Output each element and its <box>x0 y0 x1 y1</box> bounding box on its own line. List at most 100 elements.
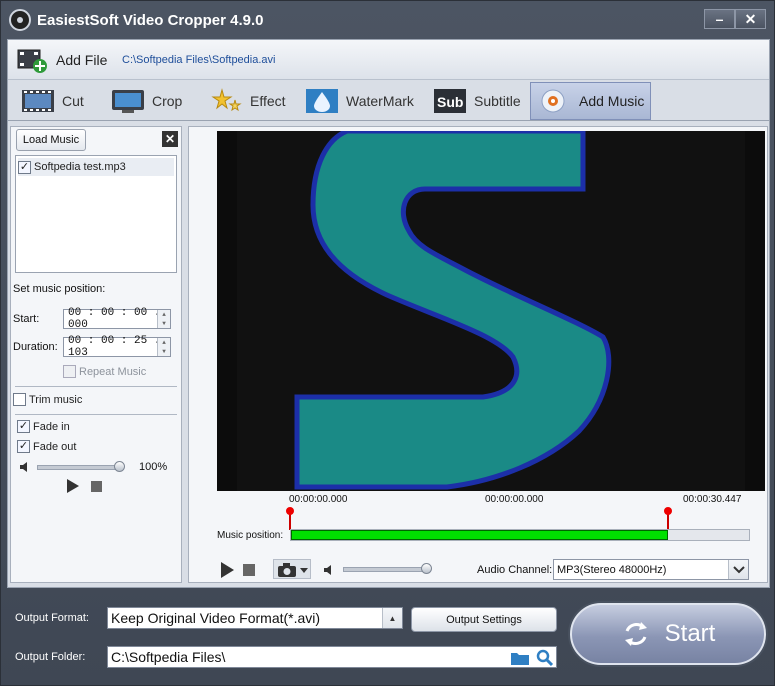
music-panel: Load Music ✕ ✓ Softpedia test.mp3 Set mu… <box>10 126 182 583</box>
stop-button[interactable] <box>243 564 255 576</box>
output-folder-value: C:\Softpedia Files\ <box>111 649 226 665</box>
close-window-button[interactable]: ✕ <box>735 9 766 29</box>
output-format-value: Keep Original Video Format(*.avi) <box>111 610 321 626</box>
tab-subtitle[interactable]: Sub Subtitle <box>426 82 527 120</box>
repeat-music-label: Repeat Music <box>79 365 147 378</box>
fade-out-label: Fade out <box>33 440 77 453</box>
music-volume-thumb[interactable] <box>114 461 125 472</box>
tab-crop[interactable]: Crop <box>104 82 188 120</box>
film-icon <box>20 86 56 116</box>
duration-spinner[interactable]: ▲ ▼ <box>157 338 170 356</box>
duration-value: 00 : 00 : 25 . 103 <box>68 335 161 359</box>
music-position-track[interactable] <box>290 529 750 541</box>
snapshot-button[interactable] <box>273 559 311 579</box>
add-file-label: Add File <box>56 52 108 68</box>
fade-in-checkbox[interactable]: ✓ <box>17 420 30 433</box>
add-file-bar: Add File C:\Softpedia Files\Softpedia.av… <box>8 40 769 80</box>
music-end-marker[interactable] <box>664 507 672 530</box>
tab-crop-label: Crop <box>152 93 183 109</box>
window-controls: – ✕ <box>704 9 766 29</box>
monitor-icon <box>110 86 146 116</box>
music-list[interactable]: ✓ Softpedia test.mp3 <box>15 155 177 273</box>
play-music-button[interactable] <box>67 479 79 493</box>
start-label: Start: <box>13 313 40 325</box>
tab-watermark[interactable]: WaterMark <box>298 82 420 120</box>
svg-text:Sub: Sub <box>437 94 463 110</box>
time-end: 00:00:30.447 <box>683 494 742 505</box>
divider <box>15 414 177 415</box>
trim-music-checkbox[interactable] <box>13 393 26 406</box>
start-button[interactable]: Start <box>570 603 766 665</box>
minimize-icon: – <box>715 11 724 27</box>
output-settings-button[interactable]: Output Settings <box>411 607 557 632</box>
fade-in-option[interactable]: ✓ Fade in <box>17 420 70 433</box>
current-file-path: C:\Softpedia Files\Softpedia.avi <box>122 54 276 66</box>
add-file-icon <box>16 46 48 74</box>
close-icon: ✕ <box>744 10 757 27</box>
audio-channel-select[interactable]: MP3(Stereo 48000Hz) <box>553 559 749 580</box>
video-preview <box>217 128 765 491</box>
playback-controls: Audio Channel: MP3(Stereo 48000Hz) <box>217 559 765 581</box>
tab-watermark-label: WaterMark <box>346 93 414 109</box>
set-position-label: Set music position: <box>13 283 106 295</box>
audio-channel-label: Audio Channel: <box>477 564 553 576</box>
tab-subtitle-label: Subtitle <box>474 93 521 109</box>
minimize-button[interactable]: – <box>704 9 735 29</box>
output-folder-label: Output Folder: <box>15 651 86 663</box>
remove-music-button[interactable]: ✕ <box>162 131 178 147</box>
load-music-button[interactable]: Load Music <box>16 129 86 151</box>
subtitle-icon: Sub <box>432 86 468 116</box>
fade-out-checkbox[interactable]: ✓ <box>17 440 30 453</box>
preview-volume-thumb[interactable] <box>421 563 432 574</box>
output-folder-field[interactable]: C:\Softpedia Files\ <box>107 646 557 668</box>
fade-out-option[interactable]: ✓ Fade out <box>17 440 76 453</box>
music-volume-slider[interactable] <box>37 465 121 470</box>
chevron-down-icon[interactable] <box>728 560 748 579</box>
tab-bar: Cut Crop Effect WaterMark Sub Subtitle A… <box>8 81 769 121</box>
audio-channel-value: MP3(Stereo 48000Hz) <box>557 563 667 576</box>
time-middle: 00:00:00.000 <box>485 494 544 505</box>
stars-icon <box>208 86 244 116</box>
start-time-value: 00 : 00 : 00 . 000 <box>68 307 161 331</box>
output-format-select[interactable]: Keep Original Video Format(*.avi) ▲ <box>107 607 403 629</box>
search-icon[interactable] <box>536 649 554 667</box>
droplet-icon <box>304 86 340 116</box>
music-position-label: Music position: <box>217 530 284 541</box>
start-time-field[interactable]: 00 : 00 : 00 . 000 ▲ ▼ <box>63 307 171 331</box>
preview-panel: 00:00:00.000 00:00:00.000 00:00:30.447 M… <box>188 126 768 583</box>
close-icon: ✕ <box>164 132 176 146</box>
tab-add-music-label: Add Music <box>579 93 645 109</box>
folder-actions <box>510 649 554 667</box>
music-volume-control: 100% <box>19 459 179 475</box>
repeat-music-option[interactable]: Repeat Music <box>63 365 146 378</box>
preview-volume-slider[interactable] <box>343 567 427 572</box>
list-item[interactable]: ✓ Softpedia test.mp3 <box>18 158 174 176</box>
tab-cut-label: Cut <box>62 93 84 109</box>
music-start-marker[interactable] <box>286 507 294 530</box>
folder-icon[interactable] <box>510 650 530 666</box>
fade-in-label: Fade in <box>33 420 70 433</box>
play-button[interactable] <box>221 562 234 578</box>
chevron-up-icon[interactable]: ▲ <box>382 608 402 628</box>
stop-music-button[interactable] <box>91 481 102 492</box>
trim-music-label: Trim music <box>29 393 83 406</box>
trim-music-option[interactable]: Trim music <box>13 393 82 406</box>
tab-add-music[interactable]: Add Music <box>530 82 652 120</box>
music-item-name: Softpedia test.mp3 <box>34 161 126 173</box>
output-format-label: Output Format: <box>15 612 89 624</box>
tab-cut[interactable]: Cut <box>14 82 90 120</box>
speaker-icon <box>323 564 335 576</box>
divider <box>15 386 177 387</box>
music-item-checkbox[interactable]: ✓ <box>18 160 31 174</box>
music-position-range[interactable] <box>291 530 668 540</box>
convert-icon <box>624 622 647 646</box>
tab-effect[interactable]: Effect <box>202 82 292 120</box>
camera-icon <box>278 563 308 577</box>
start-time-spinner[interactable]: ▲ ▼ <box>157 310 170 328</box>
duration-field[interactable]: 00 : 00 : 25 . 103 ▲ ▼ <box>63 335 171 359</box>
add-file-button[interactable]: Add File <box>16 44 107 76</box>
app-logo-icon <box>9 9 31 31</box>
main-client: Add File C:\Softpedia Files\Softpedia.av… <box>7 39 770 588</box>
output-bar: Output Format: Keep Original Video Forma… <box>1 591 774 685</box>
repeat-music-checkbox[interactable] <box>63 365 76 378</box>
